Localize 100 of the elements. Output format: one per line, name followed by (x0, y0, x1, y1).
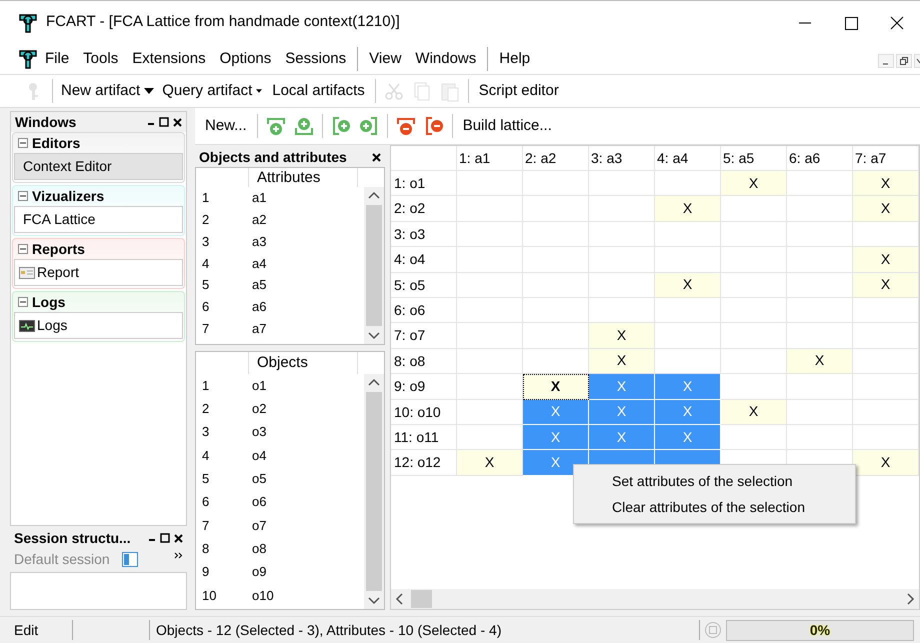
grid-cell[interactable] (721, 348, 787, 374)
grid-cell[interactable]: X (589, 348, 655, 374)
grid-cell[interactable] (853, 400, 919, 425)
grid-cell[interactable] (589, 247, 655, 273)
grid-cell[interactable] (589, 171, 655, 196)
menu-item[interactable]: Tools (76, 48, 126, 70)
list-item[interactable]: a5 (248, 275, 266, 295)
grid-cell[interactable] (853, 298, 919, 324)
restore-icon[interactable] (896, 54, 912, 68)
panel-icon[interactable] (122, 552, 138, 566)
grid-cell[interactable] (457, 348, 523, 374)
grid-cell[interactable] (721, 374, 787, 400)
list-item[interactable]: o5 (248, 469, 266, 489)
grid-cell[interactable] (589, 298, 655, 324)
grid-cell[interactable]: X (457, 450, 523, 476)
grid-cell[interactable] (655, 171, 721, 196)
toolbar-button[interactable]: Script editor (472, 80, 565, 102)
grid-cell[interactable]: X (853, 272, 919, 298)
grid-cell[interactable] (655, 222, 721, 248)
collapse-icon[interactable] (18, 138, 28, 148)
grid-cell[interactable] (721, 196, 787, 222)
toolbar-button[interactable]: Build lattice... (456, 114, 558, 138)
grid-cell[interactable] (523, 171, 589, 196)
grid-cell[interactable] (787, 272, 853, 298)
horizontal-scrollbar[interactable] (391, 589, 919, 609)
list-item[interactable]: o1 (248, 376, 266, 396)
list-item[interactable]: a3 (248, 232, 266, 252)
menu-item[interactable]: Sessions (278, 48, 354, 70)
grid-cell[interactable] (655, 298, 721, 324)
list-item[interactable]: a6 (248, 297, 266, 317)
chevron-icon[interactable] (174, 552, 183, 558)
grid-cell[interactable] (787, 247, 853, 273)
grid-cell[interactable] (523, 323, 589, 349)
menu-item[interactable]: File (38, 48, 76, 70)
grid-cell[interactable] (853, 374, 919, 400)
list-item[interactable]: o4 (248, 446, 266, 466)
window-item[interactable]: Logs (14, 312, 183, 339)
collapse-icon[interactable] (18, 297, 28, 307)
grid-cell[interactable]: X (655, 196, 721, 222)
toolbar-button[interactable]: New... (199, 114, 253, 138)
list-item[interactable]: o6 (248, 492, 266, 512)
grid-cell[interactable] (787, 171, 853, 196)
grid-cell[interactable] (721, 424, 787, 450)
toolbar-dropdown[interactable]: New artifact (57, 80, 158, 102)
add-column-icon[interactable] (358, 116, 379, 136)
scroll-up-icon[interactable] (368, 378, 380, 386)
close-icon[interactable] (174, 534, 183, 542)
toolbar-button[interactable]: Local artifacts (266, 80, 371, 102)
grid-cell[interactable] (787, 374, 853, 400)
list-item[interactable]: a7 (248, 318, 266, 338)
grid-cell[interactable] (523, 272, 589, 298)
grid-cell[interactable]: X (655, 272, 721, 298)
menu-item[interactable]: Extensions (125, 48, 213, 70)
close-icon[interactable] (372, 152, 381, 162)
grid-cell[interactable] (589, 196, 655, 222)
grid-cell[interactable]: X (853, 171, 919, 196)
toolbar-dropdown[interactable]: Query artifact (158, 80, 266, 102)
table-corner[interactable] (391, 146, 457, 171)
grid-cell[interactable]: X (853, 247, 919, 273)
grid-cell[interactable] (853, 348, 919, 374)
grid-cell[interactable]: X (589, 323, 655, 349)
grid-cell[interactable] (457, 222, 523, 248)
grid-cell[interactable]: X (853, 450, 919, 476)
grid-cell[interactable]: X (853, 196, 919, 222)
grid-cell[interactable] (721, 272, 787, 298)
scroll-thumb[interactable] (366, 392, 382, 591)
grid-cell[interactable] (457, 298, 523, 324)
grid-cell[interactable] (655, 247, 721, 273)
list-item[interactable]: a4 (248, 254, 266, 274)
collapse-icon[interactable] (18, 244, 28, 254)
grid-cell[interactable] (457, 272, 523, 298)
window-item[interactable]: Report (14, 259, 183, 286)
grid-cell[interactable] (787, 400, 853, 425)
list-item[interactable]: o10 (248, 586, 274, 606)
scroll-thumb[interactable] (366, 205, 382, 326)
grid-cell[interactable] (655, 348, 721, 374)
menu-item[interactable]: Options (212, 48, 278, 70)
grid-cell[interactable] (787, 424, 853, 450)
grid-cell[interactable] (457, 323, 523, 349)
grid-cell[interactable] (721, 247, 787, 273)
grid-cell[interactable] (457, 171, 523, 196)
menu-item[interactable]: Windows (408, 48, 484, 70)
grid-cell[interactable] (853, 323, 919, 349)
list-item[interactable]: o3 (248, 422, 266, 442)
grid-cell[interactable] (523, 348, 589, 374)
menu-item[interactable]: View (362, 48, 408, 70)
grid-cell[interactable] (721, 222, 787, 248)
grid-cell[interactable] (523, 247, 589, 273)
close-icon[interactable] (173, 118, 182, 126)
grid-cell[interactable] (457, 196, 523, 222)
grid-cell[interactable] (721, 298, 787, 324)
grid-cell[interactable] (523, 196, 589, 222)
scroll-right-icon[interactable] (907, 593, 915, 605)
add-row-icon[interactable] (294, 116, 314, 136)
grid-cell[interactable] (787, 222, 853, 248)
list-item[interactable]: a1 (248, 188, 266, 208)
add-column-icon[interactable] (330, 116, 351, 136)
grid-cell[interactable] (787, 196, 853, 222)
maximize-icon[interactable] (160, 533, 170, 543)
add-row-icon[interactable] (266, 116, 286, 136)
